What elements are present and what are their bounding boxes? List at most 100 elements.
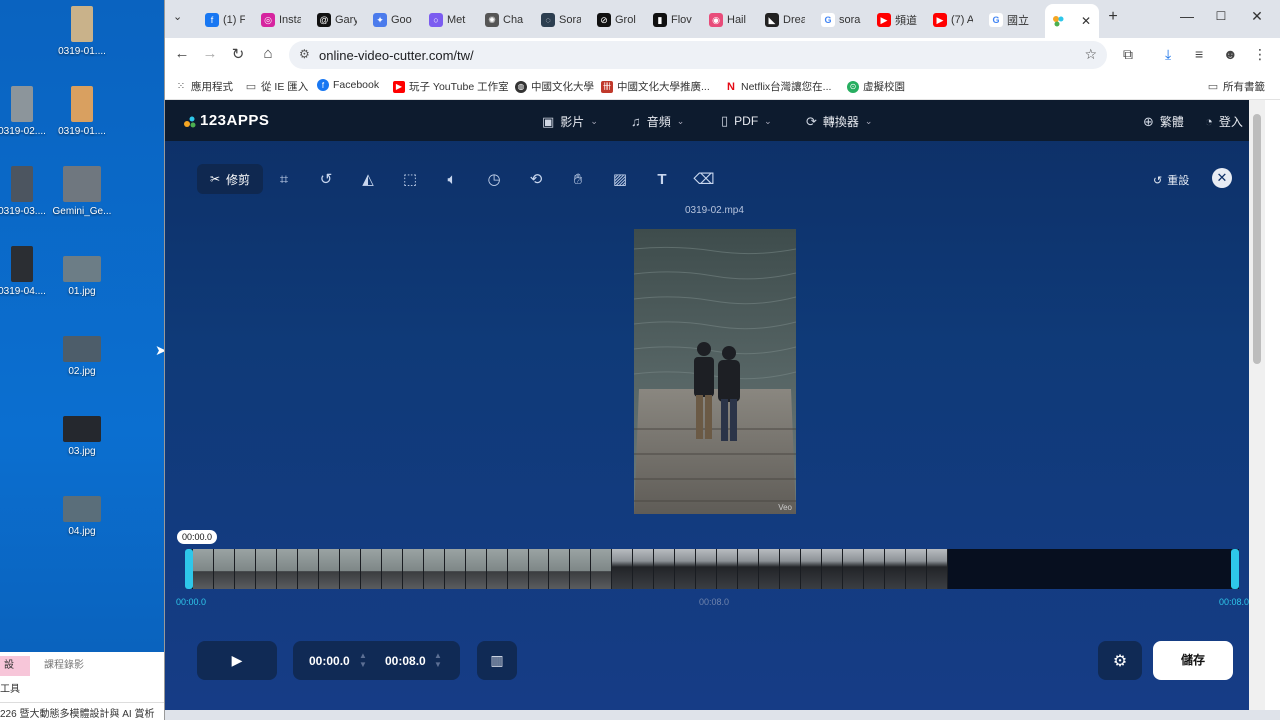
browser-tab[interactable]: ◣ Drea <box>759 6 805 34</box>
trim-tool[interactable]: ✂ 修剪 <box>197 164 263 194</box>
stabilize-icon[interactable]: ✋︎ <box>557 164 599 194</box>
browser-tab[interactable]: f (1) F <box>199 6 245 34</box>
home-icon[interactable]: ⌂ <box>259 45 277 62</box>
language-selector[interactable]: ⊕ 繁體 <box>1143 113 1184 130</box>
desktop-icon-file[interactable]: 01.jpg <box>52 256 112 297</box>
forward-icon[interactable]: → <box>201 45 219 62</box>
image-icon[interactable]: ▨ <box>599 164 641 194</box>
bookmark-apps[interactable]: ⁙ 應用程式 <box>175 79 233 94</box>
browser-tab[interactable]: ✦ Goo <box>367 6 413 34</box>
browser-tab[interactable]: ○ Met <box>423 6 469 34</box>
flip-icon[interactable]: ◭ <box>347 164 389 194</box>
close-tab-icon[interactable]: ✕ <box>1081 14 1091 28</box>
maximize-icon[interactable]: ☐ <box>1211 9 1231 23</box>
panel-tools[interactable]: 工具 <box>0 680 20 695</box>
desktop-icon-file[interactable]: 0319-01.... <box>52 86 112 137</box>
loop-icon[interactable]: ⟲ <box>515 164 557 194</box>
speed-icon[interactable]: ◷ <box>473 164 515 194</box>
rotate-icon[interactable]: ↺ <box>305 164 347 194</box>
bookmark-youtube-studio[interactable]: ▶ 玩子 YouTube 工作室 <box>393 79 509 94</box>
desktop-icon-file[interactable]: 0319-02.... <box>0 86 52 137</box>
sora-icon: ◌ <box>541 13 555 27</box>
start-time-stepper-icon[interactable]: ▲ ▼ <box>359 651 367 669</box>
nav-video[interactable]: ▣ 影片 ⌄ <box>542 113 598 130</box>
bookmark-star-icon[interactable]: ☆ <box>1084 46 1097 63</box>
tab-search-icon[interactable]: ⌄ <box>173 10 182 23</box>
minimize-icon[interactable]: — <box>1177 8 1197 24</box>
timeline-frame <box>381 549 403 589</box>
login-button[interactable]: ◔ 登入 <box>1205 113 1243 130</box>
end-time-input[interactable]: 00:08.0 <box>385 654 426 668</box>
close-window-icon[interactable]: ✕ <box>1247 8 1267 25</box>
desktop-icon-file[interactable]: 0319-03.... <box>0 166 52 217</box>
nav-audio[interactable]: ♫ 音頻 ⌄ <box>631 113 684 130</box>
new-tab-icon[interactable]: + <box>1103 8 1123 26</box>
timeline-track[interactable] <box>185 549 1239 589</box>
browser-tab[interactable]: ⊘ Grol <box>591 6 637 34</box>
timeline-frame <box>297 549 319 589</box>
desktop-icon-file[interactable]: 03.jpg <box>52 416 112 457</box>
panel-tab-active[interactable]: 設 <box>0 656 30 676</box>
nav-pdf[interactable]: ▯ PDF ⌄ <box>721 113 772 129</box>
volume-icon[interactable]: 🔈︎ <box>431 164 473 194</box>
grok-icon: ⊘ <box>597 13 611 27</box>
app-logo[interactable]: 123APPS <box>184 112 269 129</box>
bookmark-pccu-extension[interactable]: 卌中國文化大學推廣... <box>601 79 710 94</box>
download-icon[interactable]: ⤓ <box>1165 46 1171 63</box>
bookmark-ie-import[interactable]: ▭ 從 IE 匯入 <box>245 79 308 94</box>
play-button[interactable]: ▶ <box>197 641 277 680</box>
url-input[interactable]: ⚙ online-video-cutter.com/tw/ ☆ <box>289 41 1107 69</box>
browser-tab[interactable]: G 國立 <box>983 6 1029 34</box>
video-preview[interactable]: Veo <box>634 229 796 514</box>
bookmark-pccu[interactable]: ◍ 中國文化大學 <box>515 79 594 94</box>
resize-icon[interactable]: ⬚ <box>389 164 431 194</box>
browser-tab[interactable]: ◉ Hail <box>703 6 749 34</box>
settings-button[interactable]: ⚙ <box>1098 641 1142 680</box>
tab-123apps-active[interactable]: ✕ <box>1045 4 1099 38</box>
watermark-remove-icon[interactable]: ⌫ <box>683 164 725 194</box>
browser-tab[interactable]: ✺ Cha <box>479 6 525 34</box>
page-scrollbar[interactable] <box>1249 100 1265 710</box>
bookmark-virtual-campus[interactable]: ⊙ 虛擬校園 <box>847 79 905 94</box>
all-bookmarks[interactable]: ▭ 所有書籤 <box>1207 79 1265 94</box>
desktop-icon-file[interactable]: 02.jpg <box>52 336 112 377</box>
close-editor-button[interactable]: ✕ <box>1212 168 1232 188</box>
trim-end-handle[interactable] <box>1231 549 1239 589</box>
crop-icon[interactable]: ⌗ <box>263 164 305 194</box>
browser-tab[interactable]: Gsora <box>815 6 861 34</box>
menu-kebab-icon[interactable]: ⋮ <box>1253 46 1267 63</box>
desktop-icon-file[interactable]: Gemini_Ge... <box>52 166 112 217</box>
timeline-start-label: 00:00.0 <box>176 597 207 607</box>
panel-footer[interactable]: 226 暨大動態多模體設計與 AI 賞析 <box>0 702 164 720</box>
nav-converter[interactable]: ⟳ 轉換器 ⌄ <box>806 113 872 130</box>
reset-button[interactable]: ↺ 重設 <box>1153 172 1189 188</box>
desktop-icon-file[interactable]: 0319-01.... <box>52 6 112 57</box>
browser-tab[interactable]: ▮ Flov <box>647 6 693 34</box>
save-button[interactable]: 儲存 <box>1153 641 1233 680</box>
timeline-frame <box>234 549 256 589</box>
end-time-stepper-icon[interactable]: ▲ ▼ <box>434 651 442 669</box>
timeline-frame <box>675 549 697 589</box>
bookmark-facebook[interactable]: f Facebook <box>317 79 379 91</box>
desktop-icon-file[interactable]: 04.jpg <box>52 496 112 537</box>
back-icon[interactable]: ← <box>173 45 191 62</box>
bookmark-netflix[interactable]: N Netflix台灣讓您在... <box>725 79 831 94</box>
browser-tab[interactable]: @ Gary <box>311 6 357 34</box>
browser-tab[interactable]: ◌ Sora <box>535 6 581 34</box>
text-icon[interactable]: T <box>641 164 683 194</box>
panel-tab-recordings[interactable]: 課程錄影 <box>40 656 88 676</box>
start-time-input[interactable]: 00:00.0 <box>309 654 350 668</box>
profile-avatar-icon[interactable]: ☻ <box>1223 46 1238 62</box>
browser-tab[interactable]: ▶ (7) A <box>927 6 973 34</box>
clip-mode-button[interactable]: ▥ <box>477 641 517 680</box>
site-info-icon[interactable]: ⚙ <box>299 47 310 61</box>
timeline-frame <box>255 549 277 589</box>
extensions-icon[interactable]: ⧉ <box>1123 46 1133 63</box>
browser-tab[interactable]: ▶ 頻道 <box>871 6 917 34</box>
media-controls-icon[interactable]: ≡ <box>1195 46 1203 62</box>
reload-icon[interactable]: ↻ <box>229 45 247 63</box>
browser-tab[interactable]: ◎ Insta <box>255 6 301 34</box>
desktop-icon-file[interactable]: 0319-04.... <box>0 246 52 297</box>
scrollbar-thumb[interactable] <box>1253 114 1261 364</box>
trim-start-handle[interactable] <box>185 549 193 589</box>
